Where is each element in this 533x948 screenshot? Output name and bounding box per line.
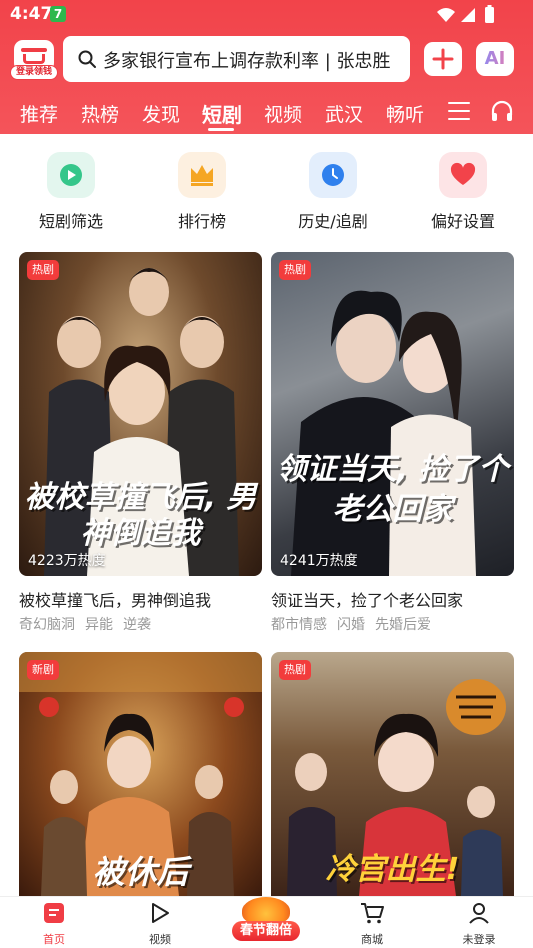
preferences-icon-bg	[439, 152, 487, 198]
genre-tag[interactable]: 逆袭	[123, 617, 151, 633]
tab-wuhan[interactable]: 武汉	[325, 100, 363, 127]
preferences-label: 偏好设置	[430, 212, 495, 231]
drama-filter-button[interactable]: 短剧筛选	[21, 152, 121, 232]
top-header-zone: 4:47 7 登录领钱 多家银行宣布上调存款利率 | 张忠胜 AI 推荐 热榜 …	[0, 0, 533, 134]
drama-genres: 奇幻脑洞 异能 逆袭	[19, 614, 161, 634]
ai-label: AI	[476, 48, 514, 69]
search-hot-query: 多家银行宣布上调存款利率 | 张忠胜	[103, 51, 391, 72]
home-icon	[44, 903, 64, 923]
drama-tag: 热剧	[279, 260, 311, 280]
nav-mall[interactable]: 商城	[342, 901, 402, 947]
crown-icon	[191, 165, 213, 186]
nav-video[interactable]: 视频	[130, 901, 190, 947]
drama-tag: 热剧	[279, 660, 311, 680]
drama-poster[interactable]: 热剧 领证当天, 捡了个老公回家 4241万热度	[271, 252, 514, 576]
preferences-button[interactable]: 偏好设置	[413, 152, 513, 232]
drama-filter-label: 短剧筛选	[38, 212, 103, 231]
genre-tag[interactable]: 闪婚	[337, 617, 365, 633]
genre-tag[interactable]: 异能	[85, 617, 113, 633]
status-time: 4:47	[10, 4, 53, 24]
history-button[interactable]: 历史/追剧	[283, 152, 383, 232]
poster-title: 被校草撞飞后, 男神倒追我	[24, 480, 257, 551]
drama-card[interactable]: 热剧 领证当天, 捡了个老公回家 4241万热度 领证当天，捡了个老公回家 都市…	[271, 252, 514, 637]
promo-label: 春节翻倍	[232, 921, 300, 941]
drama-poster[interactable]: 热剧 被校草撞飞后, 男神倒追我 4223万热度	[19, 252, 262, 576]
clock-icon	[322, 164, 344, 186]
drama-tag: 新剧	[27, 660, 59, 680]
nav-mall-label: 商城	[361, 933, 383, 946]
status-bar: 4:47 7	[0, 0, 533, 30]
plus-icon	[432, 48, 454, 70]
tab-short-drama[interactable]: 短剧	[202, 99, 242, 128]
battery-icon	[485, 7, 494, 23]
channel-tabs: 推荐 热榜 发现 短剧 视频 武汉 畅听	[0, 92, 533, 134]
app-header: 登录领钱 多家银行宣布上调存款利率 | 张忠胜 AI	[0, 34, 533, 86]
spring-festival-promo[interactable]: 春节翻倍	[228, 897, 304, 943]
genre-tag[interactable]: 先婚后爱	[375, 617, 431, 633]
drama-filter-icon-bg	[47, 152, 95, 198]
ranking-button[interactable]: 排行榜	[152, 152, 252, 232]
bottom-navigation: 首页 视频 春节翻倍 商城 未登录	[0, 896, 533, 948]
drama-poster[interactable]: 热剧 冷宫出生!	[271, 652, 514, 896]
genre-tag[interactable]: 奇幻脑洞	[19, 617, 75, 633]
poster-title: 冷宫出生!	[325, 852, 460, 887]
nav-profile-label: 未登录	[462, 933, 496, 946]
ai-assistant-button[interactable]: AI	[476, 42, 514, 76]
signal-icon	[461, 8, 475, 22]
tab-video[interactable]: 视频	[264, 100, 302, 127]
ranking-label: 排行榜	[177, 212, 226, 231]
history-label: 历史/追剧	[298, 212, 368, 231]
cart-icon	[361, 903, 384, 924]
nav-home[interactable]: 首页	[24, 901, 84, 947]
search-icon	[78, 50, 96, 68]
nav-video-label: 视频	[149, 933, 171, 946]
heat-count: 4241万热度	[280, 553, 358, 569]
poster-title: 领证当天, 捡了个老公回家	[276, 452, 509, 527]
wifi-icon	[437, 8, 455, 22]
drama-card[interactable]: 新剧 被休后	[19, 652, 262, 896]
heat-count: 4223万热度	[28, 553, 106, 569]
login-reward-button[interactable]: 登录领钱	[10, 40, 58, 80]
drama-genres: 都市情感 闪婚 先婚后爱	[271, 614, 441, 634]
drama-card[interactable]: 热剧 被校草撞飞后, 男神倒追我 4223万热度 被校草撞飞后，男神倒追我 奇幻…	[19, 252, 262, 637]
notification-badge: 7	[50, 6, 66, 22]
ranking-icon-bg	[178, 152, 226, 198]
history-icon-bg	[309, 152, 357, 198]
drama-card[interactable]: 热剧 冷宫出生!	[271, 652, 514, 896]
nav-home-label: 首页	[43, 933, 65, 946]
menu-icon[interactable]	[448, 102, 470, 122]
poster-title: 被休后	[92, 853, 189, 891]
drama-title[interactable]: 被校草撞飞后，男神倒追我	[19, 587, 211, 611]
user-icon	[469, 903, 489, 924]
genre-tag[interactable]: 都市情感	[271, 617, 327, 633]
tab-hot-list[interactable]: 热榜	[81, 100, 119, 127]
tab-recommend[interactable]: 推荐	[20, 100, 58, 127]
tab-discover[interactable]: 发现	[142, 100, 180, 127]
active-tab-indicator	[208, 128, 234, 131]
login-reward-label: 登录领钱	[10, 65, 58, 80]
play-icon	[60, 164, 82, 186]
quick-actions: 短剧筛选 排行榜 历史/追剧 偏好设置	[0, 134, 533, 244]
video-play-icon	[152, 903, 169, 923]
heart-icon	[450, 162, 476, 185]
drama-poster[interactable]: 新剧 被休后	[19, 652, 262, 896]
add-button[interactable]	[424, 42, 462, 76]
drama-title[interactable]: 领证当天，捡了个老公回家	[271, 587, 463, 611]
status-icons	[435, 5, 505, 29]
drama-tag: 热剧	[27, 260, 59, 280]
tab-listen[interactable]: 畅听	[386, 100, 424, 127]
search-bar[interactable]: 多家银行宣布上调存款利率 | 张忠胜	[63, 36, 410, 82]
nav-profile[interactable]: 未登录	[449, 901, 509, 947]
headphones-icon[interactable]	[490, 100, 514, 124]
